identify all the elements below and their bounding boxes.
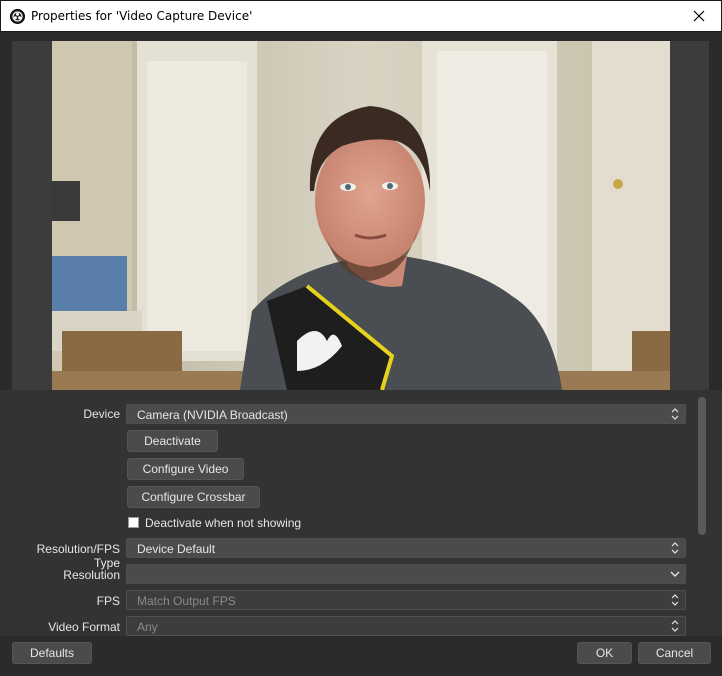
updown-arrow-icon [665, 617, 685, 635]
defaults-button[interactable]: Defaults [12, 642, 92, 664]
cancel-button[interactable]: Cancel [638, 642, 711, 664]
form-scrollbar[interactable] [698, 397, 706, 535]
resolution-label: Resolution [63, 568, 120, 582]
updown-arrow-icon [665, 405, 685, 423]
chevron-down-icon [665, 565, 685, 583]
updown-arrow-icon [665, 591, 685, 609]
video-format-combobox[interactable]: Any [126, 616, 686, 636]
title-bar: Properties for 'Video Capture Device' [0, 0, 722, 32]
resolution-combobox[interactable] [126, 564, 686, 584]
obs-logo-icon [10, 9, 25, 24]
video-preview [52, 41, 670, 390]
fps-value: Match Output FPS [137, 594, 236, 608]
updown-arrow-icon [665, 539, 685, 557]
fps-label: FPS [96, 594, 120, 608]
close-button[interactable] [677, 1, 721, 31]
deactivate-when-not-showing-label: Deactivate when not showing [145, 516, 302, 530]
device-value: Camera (NVIDIA Broadcast) [137, 408, 288, 422]
configure-video-button[interactable]: Configure Video [127, 458, 244, 480]
device-label: Device [83, 407, 120, 421]
deactivate-when-not-showing-checkbox[interactable] [128, 517, 139, 528]
video-format-label: Video Format [48, 620, 120, 634]
close-icon [693, 10, 705, 22]
resolution-fps-type-value: Device Default [137, 542, 216, 556]
video-format-value: Any [137, 620, 158, 634]
device-combobox[interactable]: Camera (NVIDIA Broadcast) [126, 404, 686, 424]
resolution-fps-type-combobox[interactable]: Device Default [126, 538, 686, 558]
resolution-fps-type-label: Resolution/FPS Type [36, 542, 120, 570]
fps-combobox[interactable]: Match Output FPS [126, 590, 686, 610]
webcam-image [52, 41, 670, 390]
ok-button[interactable]: OK [577, 642, 632, 664]
configure-crossbar-button[interactable]: Configure Crossbar [127, 486, 260, 508]
window-title: Properties for 'Video Capture Device' [31, 9, 253, 23]
preview-area [12, 41, 709, 390]
deactivate-button[interactable]: Deactivate [127, 430, 218, 452]
